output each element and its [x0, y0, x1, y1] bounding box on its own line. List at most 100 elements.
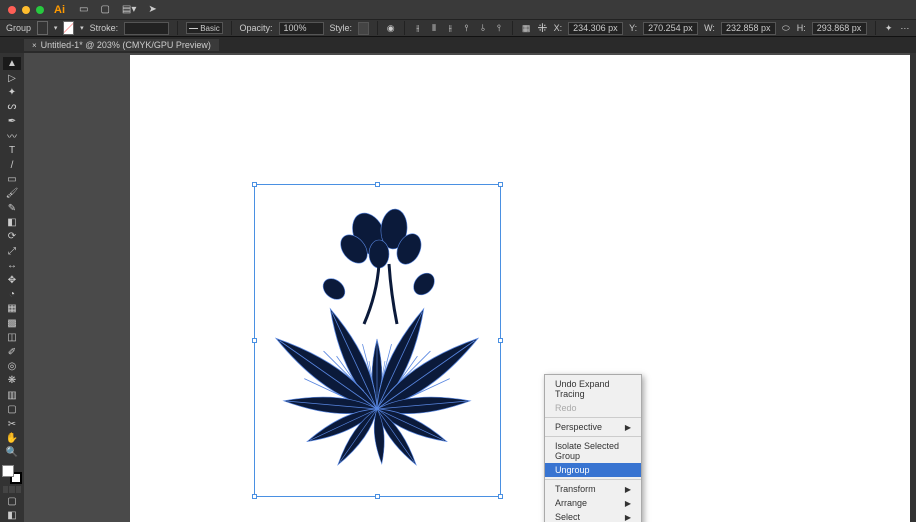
- close-tab-icon[interactable]: ×: [32, 41, 37, 50]
- app-bar-icons: ▭ ▢ ▤▾ ➤: [79, 4, 157, 15]
- gradient-tool[interactable]: ◫: [3, 331, 21, 344]
- align-right-icon[interactable]: ⫲: [445, 21, 455, 35]
- submenu-arrow-icon: ▶: [625, 423, 631, 432]
- minimize-window-button[interactable]: [22, 6, 30, 14]
- document-tab-title: Untitled-1* @ 203% (CMYK/GPU Preview): [41, 40, 211, 50]
- more-icon[interactable]: ⋯: [900, 21, 910, 35]
- canvas-area[interactable]: Undo Expand TracingRedoPerspective▶Isola…: [24, 53, 910, 522]
- free-transform-tool[interactable]: ✥: [3, 273, 21, 286]
- align-top-icon[interactable]: ⫯: [461, 21, 471, 35]
- pen-tool[interactable]: ✒: [3, 115, 21, 128]
- document-tab-bar: × Untitled-1* @ 203% (CMYK/GPU Preview): [0, 37, 916, 53]
- x-input[interactable]: [568, 22, 623, 35]
- paintbrush-tool[interactable]: 🖌: [3, 187, 21, 200]
- style-label: Style:: [330, 23, 353, 33]
- eyedropper-tool[interactable]: ✐: [3, 345, 21, 358]
- control-bar: Group ▾ ▾ Stroke: Basic Opacity: Style: …: [0, 19, 916, 37]
- resize-handle-se[interactable]: [498, 494, 503, 499]
- artboard-tool[interactable]: ▢: [3, 403, 21, 416]
- maximize-window-button[interactable]: [36, 6, 44, 14]
- align-bottom-icon[interactable]: ⫯: [494, 21, 504, 35]
- direct-selection-tool[interactable]: ▷: [3, 71, 21, 84]
- shape-icon[interactable]: ✦: [883, 21, 893, 35]
- height-input[interactable]: [812, 22, 867, 35]
- w-label: W:: [704, 23, 715, 33]
- column-graph-tool[interactable]: ▥: [3, 389, 21, 402]
- resize-handle-ne[interactable]: [498, 182, 503, 187]
- selection-tool[interactable]: ▲: [3, 57, 21, 70]
- selection-type-label: Group: [6, 23, 31, 33]
- menu-item-label: Arrange: [555, 498, 587, 508]
- resize-handle-n[interactable]: [375, 182, 380, 187]
- menu-separator: [545, 436, 641, 437]
- slice-tool[interactable]: ✂: [3, 417, 21, 430]
- reference-point-icon[interactable]: ⁜: [537, 21, 547, 35]
- menu-item-label: Undo Expand Tracing: [555, 379, 631, 399]
- eraser-tool[interactable]: ◧: [3, 216, 21, 229]
- menu-item-undo-expand-tracing[interactable]: Undo Expand Tracing: [545, 377, 641, 401]
- selection-bounding-box[interactable]: [254, 184, 501, 497]
- artboard: [130, 55, 910, 522]
- rectangle-tool[interactable]: ▭: [3, 173, 21, 186]
- brush-definition-dropdown[interactable]: Basic: [186, 22, 223, 34]
- close-window-button[interactable]: [8, 6, 16, 14]
- y-input[interactable]: [643, 22, 698, 35]
- transform-icon[interactable]: ▦: [521, 21, 531, 35]
- mesh-tool[interactable]: ▩: [3, 317, 21, 330]
- menu-item-perspective[interactable]: Perspective▶: [545, 420, 641, 434]
- stock-icon[interactable]: ▢: [100, 4, 109, 15]
- submenu-arrow-icon: ▶: [625, 499, 631, 508]
- gpu-icon[interactable]: ➤: [148, 4, 156, 15]
- fill-stroke-swatch[interactable]: [2, 465, 22, 484]
- scale-tool[interactable]: ⤢: [3, 245, 21, 258]
- context-menu: Undo Expand TracingRedoPerspective▶Isola…: [544, 374, 642, 522]
- menu-item-transform[interactable]: Transform▶: [545, 482, 641, 496]
- document-tab[interactable]: × Untitled-1* @ 203% (CMYK/GPU Preview): [24, 39, 219, 51]
- fill-swatch[interactable]: [37, 21, 48, 35]
- shape-builder-tool[interactable]: ◔: [3, 288, 21, 301]
- resize-handle-nw[interactable]: [252, 182, 257, 187]
- menu-item-ungroup[interactable]: Ungroup: [545, 463, 641, 477]
- zoom-tool[interactable]: 🔍: [3, 446, 21, 459]
- line-tool[interactable]: /: [3, 158, 21, 171]
- width-input[interactable]: [721, 22, 776, 35]
- graphic-style-dropdown[interactable]: [358, 22, 369, 35]
- bridge-icon[interactable]: ▭: [79, 4, 88, 15]
- color-mode-icons[interactable]: [3, 486, 21, 494]
- workspace: ▲▷✦ᔕ✒〰T/▭🖌✎◧⟳⤢↔✥◔▦▩◫✐◎❋▥▢✂✋🔍▢◧: [0, 53, 916, 522]
- arrange-documents-icon[interactable]: ▤▾: [122, 4, 136, 15]
- stroke-weight-input[interactable]: [124, 22, 169, 35]
- constrain-proportions-icon[interactable]: ⬭: [782, 23, 791, 34]
- curvature-tool[interactable]: 〰: [3, 129, 21, 143]
- align-middle-icon[interactable]: ⫰: [478, 21, 488, 35]
- recolor-icon[interactable]: ◉: [386, 21, 396, 35]
- rotate-tool[interactable]: ⟳: [3, 230, 21, 243]
- window-controls: [0, 6, 44, 14]
- magic-wand-tool[interactable]: ✦: [3, 86, 21, 99]
- resize-handle-w[interactable]: [252, 338, 257, 343]
- blend-tool[interactable]: ◎: [3, 360, 21, 373]
- pencil-tool[interactable]: ✎: [3, 202, 21, 215]
- opacity-input[interactable]: [279, 22, 324, 35]
- dropdown-caret-icon[interactable]: ▾: [80, 24, 84, 32]
- dropdown-caret-icon[interactable]: ▾: [54, 24, 58, 32]
- perspective-tool[interactable]: ▦: [3, 302, 21, 315]
- stroke-swatch[interactable]: [63, 21, 74, 35]
- resize-handle-sw[interactable]: [252, 494, 257, 499]
- menu-item-select[interactable]: Select▶: [545, 510, 641, 522]
- align-left-icon[interactable]: ⫲: [413, 21, 423, 35]
- type-tool[interactable]: T: [3, 144, 21, 157]
- menu-item-isolate-selected-group[interactable]: Isolate Selected Group: [545, 439, 641, 463]
- menu-item-label: Select: [555, 512, 580, 522]
- resize-handle-e[interactable]: [498, 338, 503, 343]
- screen-mode-icon[interactable]: ▢: [3, 494, 21, 507]
- right-panel-collapsed[interactable]: [910, 53, 916, 522]
- resize-handle-s[interactable]: [375, 494, 380, 499]
- align-center-icon[interactable]: ⫴: [429, 21, 439, 35]
- width-tool[interactable]: ↔: [3, 259, 21, 272]
- draw-mode-icon[interactable]: ◧: [3, 509, 21, 522]
- menu-item-arrange[interactable]: Arrange ▶: [545, 496, 641, 510]
- symbol-sprayer-tool[interactable]: ❋: [3, 374, 21, 387]
- hand-tool[interactable]: ✋: [3, 432, 21, 445]
- lasso-tool[interactable]: ᔕ: [3, 100, 21, 113]
